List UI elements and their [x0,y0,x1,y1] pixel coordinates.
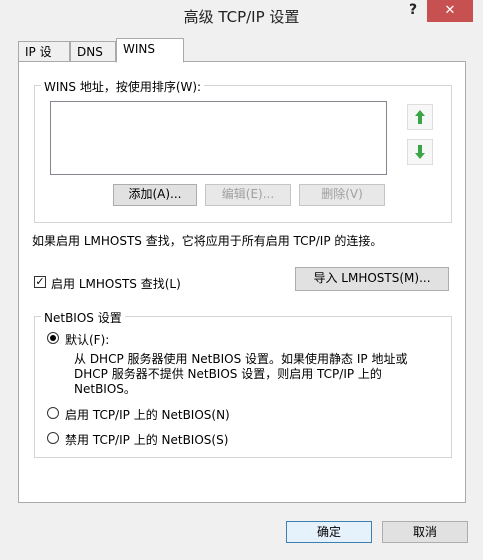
import-lmhosts-button[interactable]: 导入 LMHOSTS(M)... [295,267,449,291]
radio-netbios-disable[interactable] [47,432,59,444]
tab-ip-settings[interactable]: IP 设置 [18,41,70,79]
netbios-default-desc-line2: DHCP 服务器不提供 NetBIOS 设置，则启用 TCP/IP 上的 [74,367,382,381]
tab-dns[interactable]: DNS [70,41,116,61]
radio-netbios-default[interactable] [47,332,59,344]
radio-netbios-enable[interactable] [47,407,59,419]
radio-netbios-disable-label: 禁用 TCP/IP 上的 NetBIOS(S) [65,433,229,447]
radio-netbios-enable-label: 启用 TCP/IP 上的 NetBIOS(N) [65,408,230,422]
netbios-default-desc-line1: 从 DHCP 服务器使用 NetBIOS 设置。如果使用静态 IP 地址或 [74,352,408,366]
lmhosts-checkbox[interactable]: ✓ [34,276,46,288]
move-down-button[interactable] [407,139,433,165]
lmhosts-checkbox-label: 启用 LMHOSTS 查找(L) [51,277,181,291]
title-bar: 高级 TCP/IP 设置 ? ✕ [0,0,483,30]
edit-button[interactable]: 编辑(E)... [205,184,291,206]
remove-button[interactable]: 删除(V) [299,184,385,206]
netbios-default-desc-line3: NetBIOS。 [74,382,136,396]
tab-wins[interactable]: WINS [116,38,184,63]
wins-address-list[interactable] [50,101,387,175]
cancel-button[interactable]: 取消 [382,521,468,543]
help-button[interactable]: ? [402,2,424,22]
add-button[interactable]: 添加(A)... [113,184,197,206]
ok-button[interactable]: 确定 [286,521,372,543]
netbios-group-title: NetBIOS 设置 [41,309,125,326]
wins-address-group-title: WINS 地址，按使用排序(W): [41,78,205,95]
green-up-arrow-icon [415,110,425,124]
green-down-arrow-icon [415,145,425,159]
close-button[interactable]: ✕ [427,0,473,22]
move-up-button[interactable] [407,104,433,130]
lmhosts-info-text: 如果启用 LMHOSTS 查找，它将应用于所有启用 TCP/IP 的连接。 [32,234,383,248]
radio-netbios-default-label: 默认(F): [65,333,110,347]
wins-panel: WINS 地址，按使用排序(W): 添加(A)... 编辑(E)... 删除(V… [18,61,466,503]
